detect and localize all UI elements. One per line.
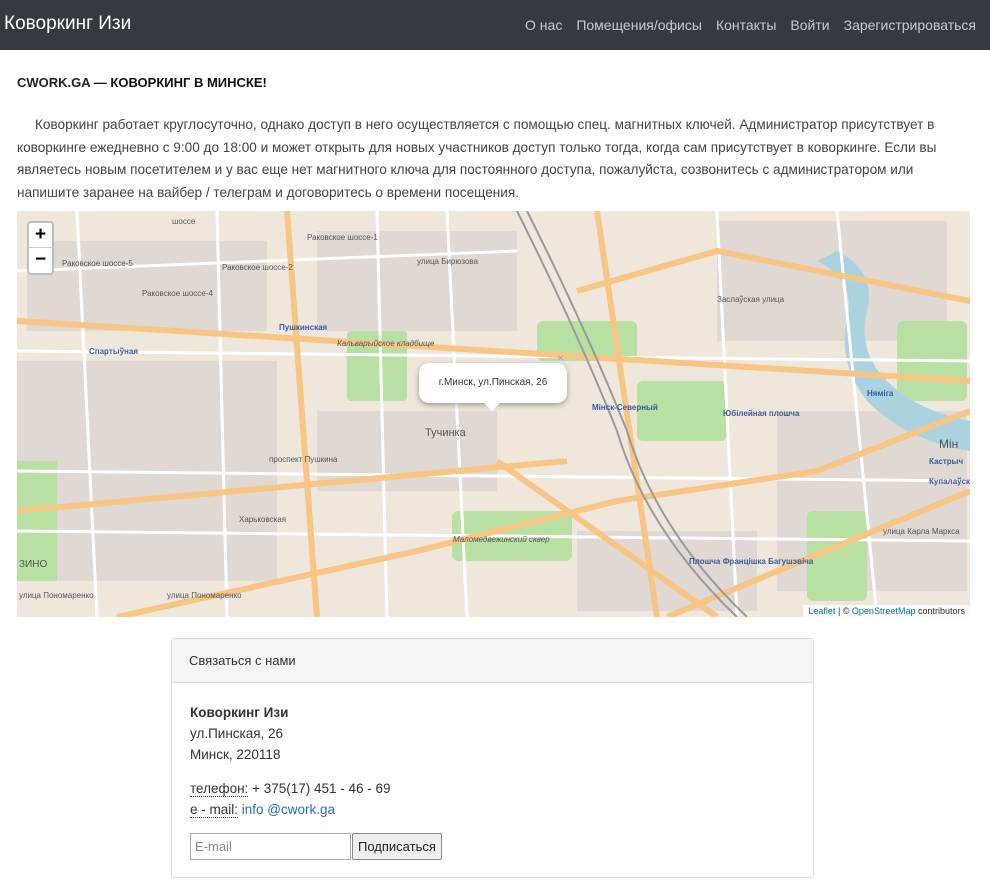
address-city: Минск, 220118 [190, 747, 281, 762]
site-name: CWORK.GA [17, 75, 91, 90]
map-label: Кальварыйское кладбище [337, 339, 435, 348]
map-label: Тучинка [425, 427, 466, 439]
map-label: улица Пономаренко [167, 591, 242, 600]
map-label: улица Бирюзова [417, 257, 479, 266]
contact-card-header: Связаться с нами [172, 639, 813, 683]
email-line: e - mail: info @cwork.ga [190, 799, 391, 820]
brand-logo[interactable]: Коворкинг Изи [4, 13, 131, 35]
leaflet-link[interactable]: Leaflet [808, 606, 835, 616]
phone-line: телефон: + 375(17) 451 - 46 - 69 [190, 778, 391, 799]
map-label: Харьковская [239, 515, 287, 524]
map-label: Раковское шоссе-1 [307, 233, 378, 242]
intro-paragraph: Коворкинг работает круглосуточно, однако… [17, 117, 937, 200]
map-attribution: Leaflet | © OpenStreetMap contributors [803, 605, 970, 617]
map-label: Маломедвежинский сквер [453, 535, 550, 544]
map[interactable]: шоссе Раковское шоссе-1 Раковское шоссе-… [17, 211, 970, 617]
popup-close-icon[interactable]: × [557, 351, 564, 365]
map-label: улица Пономаренко [19, 591, 94, 600]
phone-label: телефон: [190, 781, 249, 797]
nav-links: О нас Помещения/офисы Контакты Войти Зар… [511, 0, 976, 50]
nav-link-login[interactable]: Войти [790, 17, 829, 33]
nav-link-rooms[interactable]: Помещения/офисы [576, 17, 702, 33]
zoom-out-button[interactable]: − [29, 248, 52, 273]
osm-link[interactable]: OpenStreetMap [852, 606, 916, 616]
map-label: Заслаўская улица [717, 295, 785, 304]
title-dash: — [90, 75, 111, 90]
nav-link-about[interactable]: О нас [525, 17, 562, 33]
map-label: Няміга [867, 389, 894, 398]
nav-link-contacts[interactable]: Контакты [716, 17, 776, 33]
map-label: Пушкинская [279, 323, 328, 332]
zoom-control: + − [27, 221, 54, 275]
map-label: Кастрыч [929, 457, 964, 466]
attribution-suffix: contributors [915, 606, 965, 616]
zoom-in-button[interactable]: + [29, 223, 52, 248]
map-label: Юбілейная плошча [723, 409, 800, 418]
map-label: проспект Пушкина [269, 455, 338, 464]
page-title: CWORK.GA — КОВОРКИНГ В МИНСКЕ! [17, 75, 267, 90]
popup-address: г.Минск, ул.Пинская, 26 [438, 377, 548, 388]
map-label: Раковское шоссе-4 [142, 289, 213, 298]
map-label: Купалаўска [929, 477, 970, 486]
map-label: ЗИНО [19, 559, 48, 570]
map-popup: × г.Минск, ул.Пинская, 26 [419, 351, 567, 411]
contact-card: Связаться с нами Коворкинг Изи ул.Пинска… [171, 638, 814, 878]
map-label: Раковское шоссе-5 [62, 259, 133, 268]
map-label: шоссе [172, 217, 196, 226]
company-name: Коворкинг Изи [190, 705, 289, 720]
address-street: ул.Пинская, 26 [190, 726, 284, 741]
email-label: e - mail: [190, 802, 239, 818]
attribution-sep: | © [835, 606, 852, 616]
subscribe-button[interactable]: Подписаться [352, 833, 442, 860]
map-label: Спартыўная [89, 347, 138, 356]
map-label: улица Карла Маркса [883, 527, 960, 536]
email-input[interactable] [190, 833, 351, 860]
map-label: Мін [939, 437, 959, 451]
map-label-layer: шоссе Раковское шоссе-1 Раковское шоссе-… [17, 211, 970, 617]
contact-card-body: Коворкинг Изи ул.Пинская, 26 Минск, 2201… [190, 702, 391, 820]
nav-link-register[interactable]: Зарегистрироваться [844, 17, 976, 33]
title-text: КОВОРКИНГ В МИНСКЕ! [110, 75, 267, 90]
email-link[interactable]: info @cwork.ga [238, 802, 335, 817]
navbar: Коворкинг Изи О нас Помещения/офисы Конт… [0, 0, 990, 50]
map-label: Плошча Францішка Багушэвіча [689, 557, 814, 566]
phone-number: + 375(17) 451 - 46 - 69 [248, 781, 391, 796]
map-label: Раковское шоссе-2 [222, 263, 293, 272]
map-label: Мінск-Северный [592, 403, 658, 412]
subscribe-form: Подписаться [190, 833, 442, 860]
